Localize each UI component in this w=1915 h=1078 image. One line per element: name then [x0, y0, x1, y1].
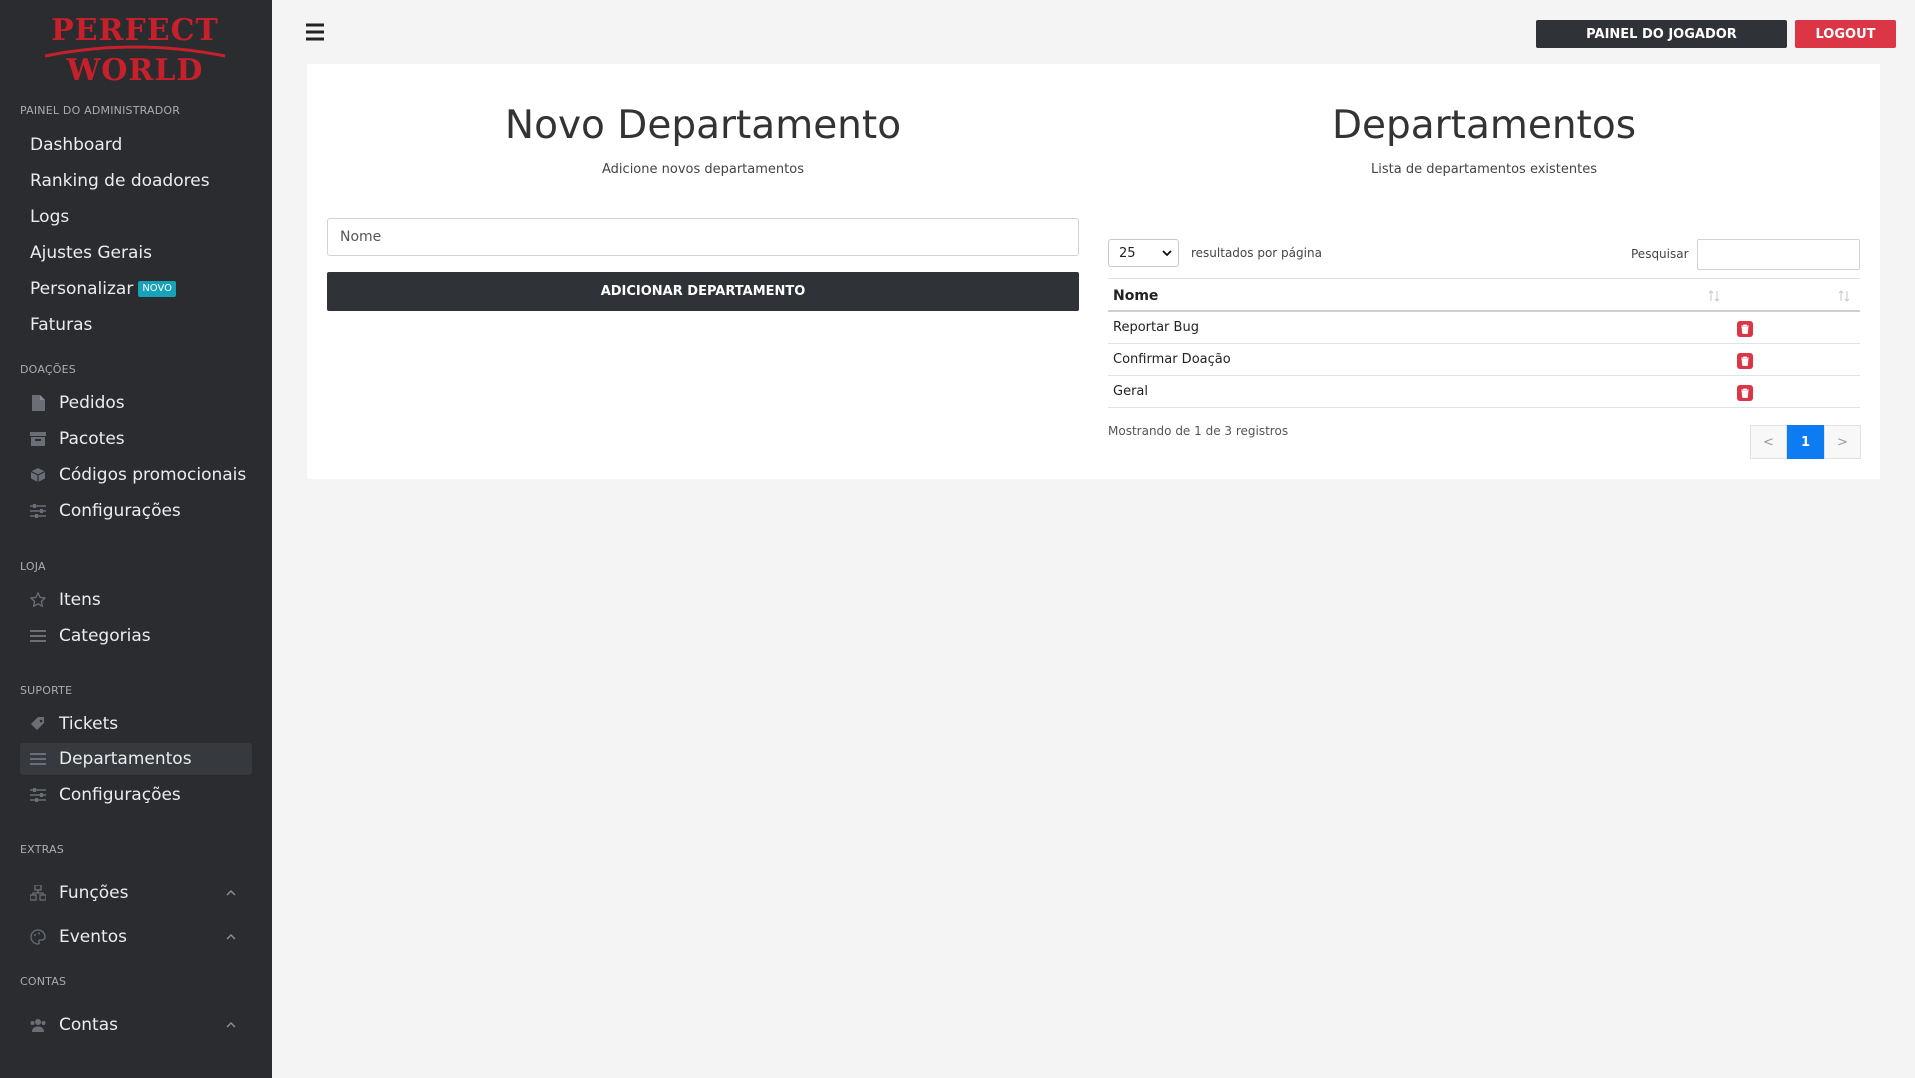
chevron-up-icon: [226, 934, 236, 940]
departments-title: Departamentos: [1331, 103, 1637, 148]
cube-icon: [28, 465, 48, 485]
sidebar-item-label: Categorias: [59, 626, 151, 646]
sliders-icon: [28, 785, 48, 805]
perfect-world-logo[interactable]: PERFECT WORLD: [35, 10, 235, 85]
sidebar-item-label: Ranking de doadores: [30, 171, 210, 191]
department-name: Confirmar Doação: [1113, 352, 1231, 367]
search-input[interactable]: [1697, 239, 1860, 270]
delete-button[interactable]: [1737, 353, 1753, 369]
section-admin: PAINEL DO ADMINISTRADOR: [20, 104, 181, 117]
search-label: Pesquisar: [1631, 247, 1689, 261]
archive-icon: [28, 429, 48, 449]
department-name: Geral: [1113, 384, 1148, 399]
departments-subtitle: Lista de departamentos existentes: [1371, 162, 1597, 177]
column-header-name[interactable]: Nome: [1113, 288, 1158, 304]
sort-icon[interactable]: [1708, 289, 1720, 303]
sidebar-item-funcoes[interactable]: Funções: [20, 877, 252, 909]
sort-icon[interactable]: [1838, 289, 1850, 303]
sidebar-item-pacotes[interactable]: Pacotes: [20, 423, 252, 455]
sidebar-item-pedidos[interactable]: Pedidos: [20, 387, 252, 419]
sidebar-item-faturas[interactable]: Faturas: [20, 309, 252, 341]
sidebar-item-personalizar[interactable]: Personalizar NOVO: [20, 273, 252, 305]
sidebar-item-ajustes[interactable]: Ajustes Gerais: [20, 237, 252, 269]
list-icon: [28, 626, 48, 646]
ticket-icon: [28, 714, 48, 734]
per-page-label: resultados por página: [1191, 246, 1322, 260]
logo-line1: PERFECT: [51, 13, 219, 48]
hamburger-menu-icon[interactable]: [305, 23, 325, 41]
delete-button[interactable]: [1737, 385, 1753, 401]
sidebar-item-departamentos[interactable]: Departamentos: [20, 743, 252, 775]
departments-table: Nome Reportar Bug Confirmar Doação Geral: [1108, 278, 1860, 408]
sidebar-item-contas[interactable]: Contas: [20, 1009, 252, 1041]
delete-button[interactable]: [1737, 321, 1753, 337]
list-icon: [28, 749, 48, 769]
sidebar-item-tickets[interactable]: Tickets: [20, 708, 252, 740]
sidebar-item-label: Dashboard: [30, 135, 123, 155]
sidebar-item-label: Pedidos: [59, 393, 125, 413]
section-support: SUPORTE: [20, 684, 73, 697]
sidebar-item-label: Códigos promocionais: [59, 465, 247, 485]
sidebar-item-label: Contas: [59, 1015, 118, 1035]
sidebar-item-label: Tickets: [59, 714, 119, 734]
per-page-value: 25: [1119, 245, 1136, 261]
sidebar-item-label: Configurações: [59, 501, 181, 521]
sidebar-item-categorias[interactable]: Categorias: [20, 620, 252, 652]
sidebar-item-configuracoes-doacoes[interactable]: Configurações: [20, 495, 252, 527]
sidebar-item-label: Funções: [59, 883, 129, 903]
star-icon: [28, 590, 48, 610]
sliders-icon: [28, 501, 48, 521]
table-info: Mostrando de 1 de 3 registros: [1108, 424, 1289, 438]
new-department-title: Novo Departamento: [504, 103, 902, 148]
department-name-input[interactable]: [327, 218, 1079, 256]
chevron-up-icon: [226, 890, 236, 896]
pagination-page-1[interactable]: 1: [1787, 425, 1824, 459]
sidebar-item-label: Personalizar: [30, 279, 134, 299]
users-icon: [28, 1015, 48, 1035]
chevron-up-icon: [226, 1022, 236, 1028]
add-department-button[interactable]: ADICIONAR DEPARTAMENTO: [327, 272, 1079, 311]
trash-icon: [1741, 388, 1749, 398]
sidebar-item-label: Itens: [59, 590, 101, 610]
sidebar-item-logs[interactable]: Logs: [20, 201, 252, 233]
section-store: LOJA: [20, 560, 46, 573]
logo-line2: WORLD: [66, 53, 204, 85]
sidebar-item-label: Logs: [30, 207, 70, 227]
new-badge: NOVO: [138, 281, 177, 297]
sidebar-item-label: Pacotes: [59, 429, 125, 449]
sidebar-item-label: Configurações: [59, 785, 181, 805]
sidebar-item-itens[interactable]: Itens: [20, 584, 252, 616]
sidebar: PERFECT WORLD PAINEL DO ADMINISTRADOR Da…: [0, 0, 272, 1078]
section-extras: EXTRAS: [20, 843, 64, 856]
table-row: Confirmar Doação: [1108, 344, 1860, 376]
sidebar-item-codigos[interactable]: Códigos promocionais: [20, 459, 252, 491]
chevron-down-icon: [1162, 250, 1172, 257]
sidebar-item-label: Faturas: [30, 315, 93, 335]
section-donations: DOAÇÕES: [20, 363, 76, 376]
player-panel-button[interactable]: PAINEL DO JOGADOR: [1536, 20, 1787, 48]
table-header: Nome: [1108, 278, 1860, 312]
sidebar-item-label: Ajustes Gerais: [30, 243, 152, 263]
sitemap-icon: [28, 883, 48, 903]
file-icon: [28, 393, 48, 413]
pagination-next[interactable]: >: [1824, 425, 1861, 459]
sidebar-item-dashboard[interactable]: Dashboard: [20, 129, 252, 161]
sidebar-item-eventos[interactable]: Eventos: [20, 921, 252, 953]
sidebar-item-configuracoes-suporte[interactable]: Configurações: [20, 779, 252, 811]
section-accounts: CONTAS: [20, 975, 67, 988]
palette-icon: [28, 927, 48, 947]
trash-icon: [1741, 356, 1749, 366]
pagination-prev[interactable]: <: [1750, 425, 1787, 459]
department-name: Reportar Bug: [1113, 320, 1199, 335]
per-page-select[interactable]: 25: [1108, 239, 1179, 267]
table-row: Geral: [1108, 376, 1860, 408]
sidebar-item-label: Eventos: [59, 927, 127, 947]
logout-button[interactable]: LOGOUT: [1795, 20, 1896, 48]
table-row: Reportar Bug: [1108, 312, 1860, 344]
new-department-subtitle: Adicione novos departamentos: [602, 162, 804, 177]
trash-icon: [1741, 324, 1749, 334]
sidebar-item-ranking[interactable]: Ranking de doadores: [20, 165, 252, 197]
sidebar-item-label: Departamentos: [59, 749, 192, 769]
